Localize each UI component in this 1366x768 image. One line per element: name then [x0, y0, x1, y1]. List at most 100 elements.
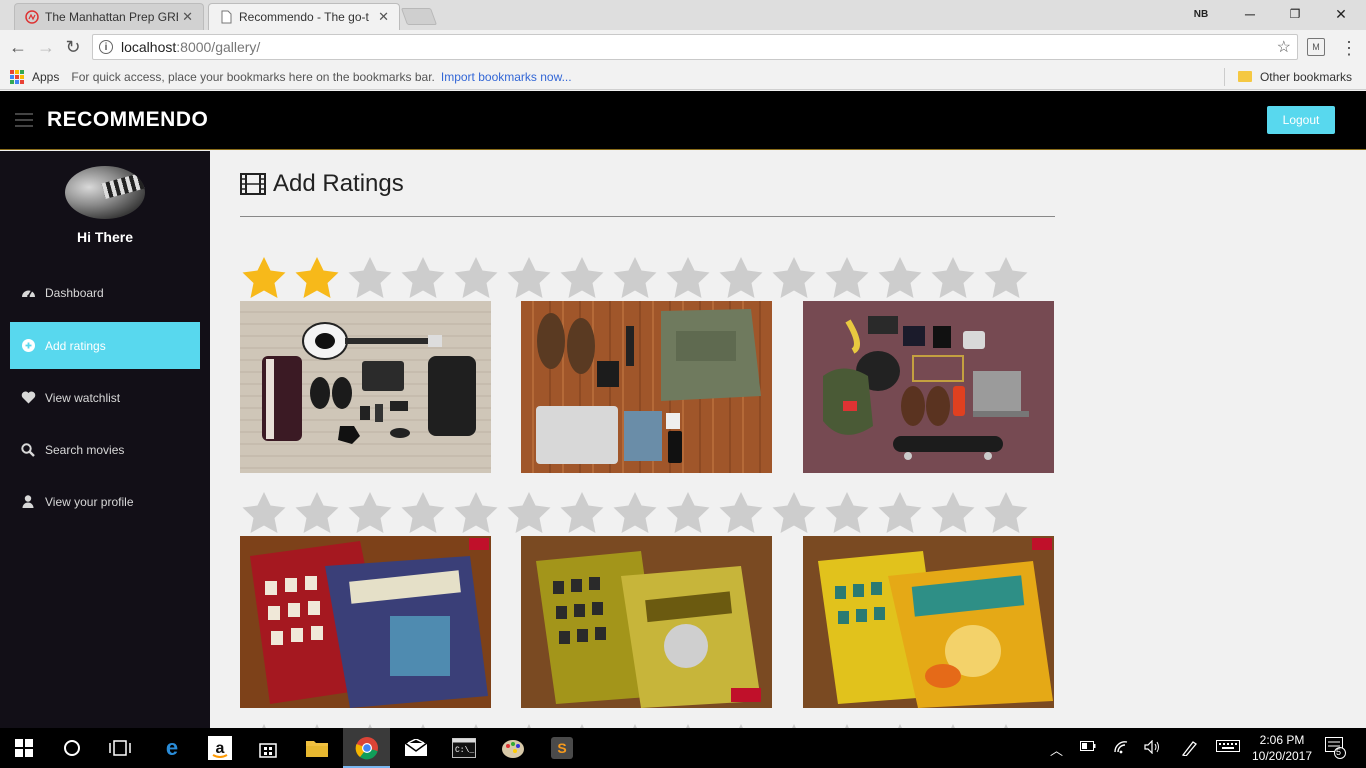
chrome-icon[interactable]: [355, 736, 379, 760]
wifi-icon[interactable]: [1113, 740, 1129, 757]
gallery-image-book-marketing[interactable]: [803, 536, 1054, 708]
rating-star-icon[interactable]: [664, 490, 712, 536]
paint-icon[interactable]: [501, 736, 525, 760]
volume-icon[interactable]: [1144, 739, 1162, 757]
address-bar[interactable]: i localhost:8000/gallery/ ☆: [92, 34, 1298, 60]
gallery-image-guitar-flatlay[interactable]: [240, 301, 491, 473]
rating-star-icon[interactable]: [664, 255, 712, 301]
pen-workspace-icon[interactable]: [1180, 740, 1198, 759]
plus-circle-icon: [20, 338, 36, 354]
windows-taskbar: e a C:\_ S ︿ 2:06 PM 10/20/2017 5: [0, 728, 1366, 768]
tab-manhattan-prep[interactable]: The Manhattan Prep GRE ✕: [14, 3, 204, 30]
mail-icon[interactable]: [404, 736, 428, 760]
sidebar-item-profile[interactable]: View your profile: [10, 478, 200, 525]
rating-star-icon[interactable]: [876, 255, 924, 301]
rating-star-icon[interactable]: [823, 490, 871, 536]
rating-star-icon[interactable]: [346, 490, 394, 536]
sidebar-item-label: View watchlist: [45, 390, 121, 405]
sublime-text-icon[interactable]: S: [550, 736, 574, 760]
other-bookmarks[interactable]: Other bookmarks: [1237, 70, 1352, 84]
extension-icon[interactable]: M: [1307, 38, 1325, 56]
rating-star-icon[interactable]: [717, 490, 765, 536]
rating-star-icon[interactable]: [558, 255, 606, 301]
keyboard-icon[interactable]: [1216, 740, 1240, 755]
clock-time: 2:06 PM: [1259, 733, 1305, 747]
windows-start-icon[interactable]: [12, 736, 36, 760]
rating-star-icon[interactable]: [293, 255, 341, 301]
rating-star-icon[interactable]: [611, 490, 659, 536]
amazon-app-icon[interactable]: a: [208, 736, 232, 760]
gallery-image-skateboard-flatlay[interactable]: [803, 301, 1054, 473]
rating-star-icon[interactable]: [770, 490, 818, 536]
rating-star-icon[interactable]: [452, 490, 500, 536]
forward-icon[interactable]: →: [35, 36, 57, 58]
search-cortana-icon[interactable]: [60, 736, 84, 760]
file-explorer-icon[interactable]: [305, 736, 329, 760]
sidebar-item-watchlist[interactable]: View watchlist: [10, 374, 200, 421]
bookmark-star-icon[interactable]: ☆: [1277, 37, 1291, 57]
hamburger-menu-icon[interactable]: [15, 113, 33, 127]
rating-star-icon[interactable]: [505, 490, 553, 536]
apps-grid-icon[interactable]: [10, 69, 24, 84]
gallery-image-laptop-bag-flatlay[interactable]: [521, 301, 772, 473]
gallery-image-book-storefront[interactable]: [521, 536, 772, 708]
rating-star-icon[interactable]: [982, 490, 1030, 536]
new-tab-button[interactable]: [400, 8, 438, 25]
rating-star-icon[interactable]: [876, 490, 924, 536]
rating-star-icon[interactable]: [346, 255, 394, 301]
page-title-text: Add Ratings: [273, 170, 404, 197]
sidebar-item-label: View your profile: [45, 494, 134, 509]
notification-count: 5: [1336, 747, 1342, 757]
rating-star-icon[interactable]: [240, 255, 288, 301]
notification-center-icon[interactable]: 5: [1325, 737, 1347, 762]
sidebar-item-label: Add ratings: [45, 338, 106, 353]
sidebar-item-dashboard[interactable]: Dashboard: [10, 269, 200, 316]
rating-star-icon[interactable]: [929, 255, 977, 301]
apps-link[interactable]: Apps: [32, 70, 59, 84]
close-tab-icon[interactable]: ✕: [378, 9, 389, 25]
gallery-image-book-cash-free[interactable]: [240, 536, 491, 708]
tray-chevron-icon[interactable]: ︿: [1050, 740, 1063, 759]
sidebar-item-search[interactable]: Search movies: [10, 426, 200, 473]
rating-star-icon[interactable]: [770, 255, 818, 301]
profile-badge[interactable]: NB: [1186, 0, 1216, 28]
app-header: RECOMMENDO Logout: [0, 91, 1366, 150]
close-window-button[interactable]: ✕: [1326, 0, 1356, 28]
import-bookmarks-link[interactable]: Import bookmarks now...: [441, 70, 572, 84]
restore-button[interactable]: ❐: [1280, 0, 1310, 28]
heart-icon: [20, 390, 36, 406]
browser-menu-icon[interactable]: ⋮: [1340, 38, 1358, 59]
edge-browser-icon[interactable]: e: [160, 735, 184, 760]
folder-icon: [1237, 71, 1252, 82]
bookmarks-divider: [1224, 68, 1225, 86]
rating-star-icon[interactable]: [240, 490, 288, 536]
rating-star-icon[interactable]: [293, 490, 341, 536]
rating-star-icon[interactable]: [717, 255, 765, 301]
battery-icon[interactable]: [1080, 740, 1096, 755]
command-prompt-icon[interactable]: C:\_: [452, 736, 476, 760]
rating-star-icon[interactable]: [823, 255, 871, 301]
rating-star-icon[interactable]: [452, 255, 500, 301]
site-info-icon[interactable]: i: [99, 40, 113, 54]
minimize-button[interactable]: ─: [1235, 0, 1265, 28]
rating-star-icon[interactable]: [505, 255, 553, 301]
store-icon[interactable]: [256, 736, 280, 760]
task-view-icon[interactable]: [108, 736, 132, 760]
close-tab-icon[interactable]: ✕: [182, 9, 193, 25]
rating-star-icon[interactable]: [982, 255, 1030, 301]
rating-star-icon[interactable]: [929, 490, 977, 536]
brand-logo[interactable]: RECOMMENDO: [47, 108, 208, 132]
sidebar-item-add-ratings[interactable]: Add ratings: [10, 322, 200, 369]
reload-icon[interactable]: ↻: [62, 36, 84, 58]
rating-star-icon[interactable]: [611, 255, 659, 301]
sidebar-item-label: Dashboard: [45, 285, 104, 300]
back-icon[interactable]: ←: [7, 36, 29, 58]
rating-star-icon[interactable]: [399, 490, 447, 536]
tab-recommendo[interactable]: Recommendo - The go-t ✕: [208, 3, 400, 30]
rating-star-icon[interactable]: [558, 490, 606, 536]
system-clock[interactable]: 2:06 PM 10/20/2017: [1250, 732, 1314, 764]
logout-button[interactable]: Logout: [1267, 106, 1335, 134]
manhattan-prep-favicon-icon: [25, 10, 39, 24]
browser-toolbar: ← → ↻ i localhost:8000/gallery/ ☆ M ⋮: [0, 30, 1366, 64]
rating-star-icon[interactable]: [399, 255, 447, 301]
